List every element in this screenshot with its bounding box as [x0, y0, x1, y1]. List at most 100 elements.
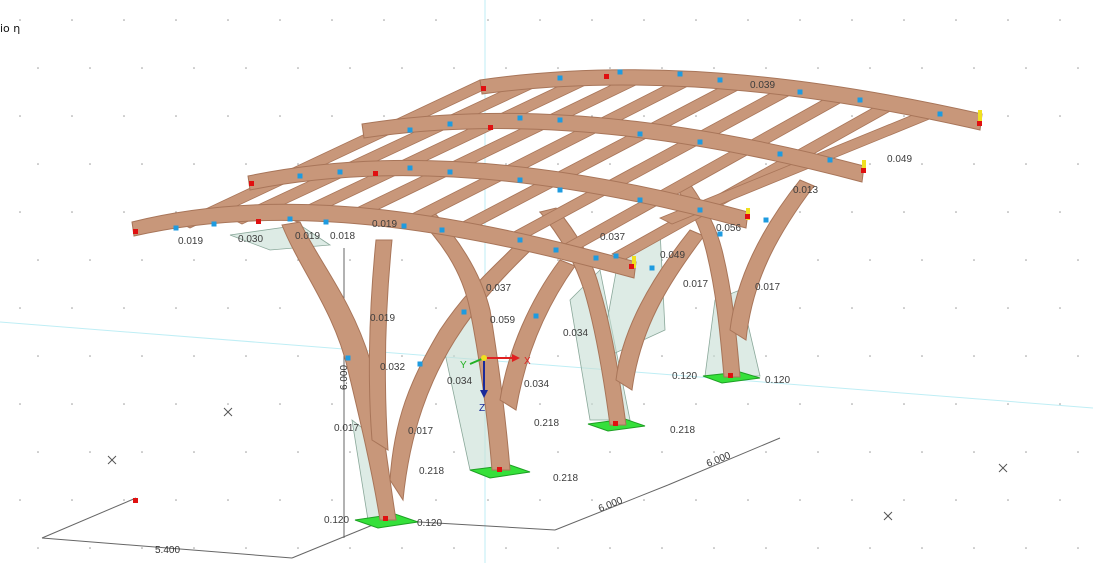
grid-dot — [1059, 211, 1061, 213]
grid-dot — [851, 307, 853, 309]
grid-dot — [973, 259, 975, 261]
grid-dot — [1059, 499, 1061, 501]
result-node[interactable] — [407, 165, 413, 171]
result-node[interactable] — [401, 223, 407, 229]
grid-dot — [557, 355, 559, 357]
grid-dot — [1059, 307, 1061, 309]
3d-structure-viewport[interactable]: 6.000 5.400 6.000 6.000 X Y Z 0.019 0.01… — [0, 0, 1093, 563]
dimension-length-a: 5.400 — [155, 545, 180, 556]
grid-dot — [37, 547, 39, 549]
result-node[interactable] — [617, 69, 623, 75]
result-node[interactable] — [857, 97, 863, 103]
grid-dot — [71, 307, 73, 309]
grid-dot — [349, 451, 351, 453]
grid-dot — [609, 163, 611, 165]
result-node[interactable] — [553, 247, 559, 253]
result-node[interactable] — [173, 225, 179, 231]
grid-dot — [539, 499, 541, 501]
result-node[interactable] — [557, 117, 563, 123]
grid-dot — [747, 499, 749, 501]
grid-dot — [19, 115, 21, 117]
grid-dot — [609, 451, 611, 453]
result-node[interactable] — [439, 227, 445, 233]
result-node[interactable] — [407, 127, 413, 133]
result-node[interactable] — [637, 131, 643, 137]
grid-dot — [921, 355, 923, 357]
dimension-length-b: 6.000 — [597, 495, 625, 515]
result-node[interactable] — [677, 71, 683, 77]
rafters[interactable] — [131, 69, 983, 279]
grid-dot — [175, 403, 177, 405]
result-node[interactable] — [593, 255, 599, 261]
grid-dot — [123, 211, 125, 213]
result-node[interactable] — [345, 355, 351, 361]
result-node[interactable] — [557, 187, 563, 193]
result-node[interactable] — [533, 313, 539, 319]
grid-dot — [227, 115, 229, 117]
grid-dot — [141, 451, 143, 453]
grid-dot — [695, 403, 697, 405]
axis-x-label: X — [524, 356, 531, 367]
grid-dot — [539, 403, 541, 405]
result-node[interactable] — [827, 157, 833, 163]
value-label: 0.037 — [600, 232, 625, 243]
result-node[interactable] — [697, 139, 703, 145]
result-node[interactable] — [337, 169, 343, 175]
result-node[interactable] — [461, 309, 467, 315]
grid-dot — [851, 499, 853, 501]
axis-y-label: Y — [460, 360, 467, 371]
grid-dot — [799, 307, 801, 309]
result-node[interactable] — [323, 219, 329, 225]
grid-dot — [557, 451, 559, 453]
result-node[interactable] — [797, 89, 803, 95]
value-label: 0.019 — [295, 231, 320, 242]
grid-dot — [279, 403, 281, 405]
grid-dot — [383, 19, 385, 21]
result-node[interactable] — [287, 216, 293, 222]
result-node[interactable] — [417, 361, 423, 367]
grid-dot — [297, 67, 299, 69]
result-node[interactable] — [557, 75, 563, 81]
grid-dot — [297, 451, 299, 453]
grid-dot — [921, 163, 923, 165]
grid-dot — [557, 547, 559, 549]
grid-dot — [591, 499, 593, 501]
result-node[interactable] — [297, 173, 303, 179]
grid-dot — [383, 115, 385, 117]
result-node[interactable] — [517, 237, 523, 243]
value-label: 0.218 — [534, 418, 559, 429]
grid-dot — [661, 355, 663, 357]
result-node[interactable] — [649, 265, 655, 271]
result-node[interactable] — [211, 221, 217, 227]
result-node[interactable] — [697, 207, 703, 213]
result-node[interactable] — [613, 253, 619, 259]
grid-dot — [1025, 355, 1027, 357]
value-label: 0.019 — [370, 313, 395, 324]
result-node[interactable] — [717, 77, 723, 83]
result-node[interactable] — [517, 115, 523, 121]
grid-dot — [765, 163, 767, 165]
result-node[interactable] — [447, 121, 453, 127]
grid-dot — [591, 19, 593, 21]
value-label: 0.120 — [324, 515, 349, 526]
grid-dot — [695, 307, 697, 309]
grid-dot — [869, 355, 871, 357]
result-node[interactable] — [763, 217, 769, 223]
result-node[interactable] — [777, 151, 783, 157]
column-4-branch — [729, 179, 815, 341]
grid-dot — [1007, 19, 1009, 21]
grid-dot — [193, 547, 195, 549]
grid-dot — [1025, 259, 1027, 261]
result-node[interactable] — [447, 169, 453, 175]
grid-dot — [297, 163, 299, 165]
grid-dot — [331, 19, 333, 21]
grid-dot — [227, 403, 229, 405]
grid-dot — [661, 547, 663, 549]
grid-dot — [609, 547, 611, 549]
result-node[interactable] — [937, 111, 943, 117]
grid-dot — [851, 19, 853, 21]
grid-dot — [817, 355, 819, 357]
result-node[interactable] — [637, 197, 643, 203]
value-label: 0.017 — [334, 423, 359, 434]
result-node[interactable] — [517, 177, 523, 183]
